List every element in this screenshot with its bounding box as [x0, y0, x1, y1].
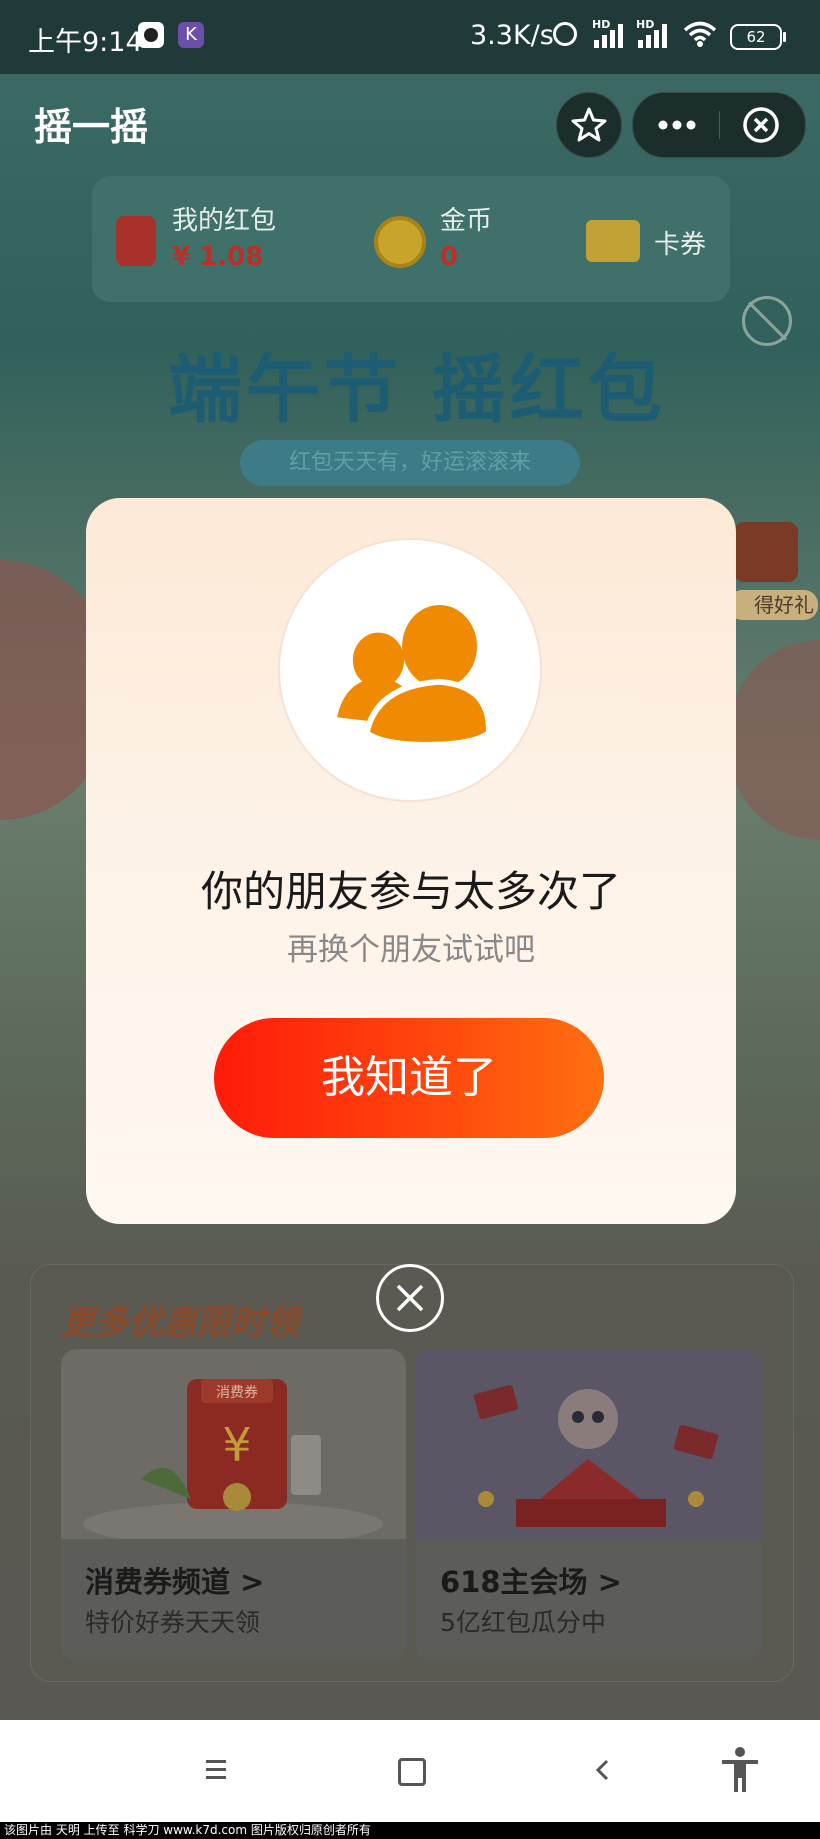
banner-subtitle: 红包天天有，好运滚滚来 — [240, 440, 580, 486]
promo-name-coupon: 消费券频道 > — [85, 1565, 265, 1599]
coupon-illustration: 消费券 ¥ — [61, 1349, 406, 1539]
coin-icon — [374, 216, 426, 268]
notification-app-icon — [138, 22, 164, 48]
close-circle-icon — [743, 107, 779, 143]
favorite-button[interactable] — [556, 92, 622, 158]
promo-desc-618: 5亿红包瓜分中 — [440, 1608, 606, 1637]
close-icon — [396, 1284, 424, 1312]
red-packet-icon — [116, 216, 156, 266]
capsule-divider — [719, 111, 720, 139]
close-miniapp-button[interactable] — [721, 93, 805, 157]
banner-title: 端午节 摇红包 — [168, 347, 666, 433]
friends-icon — [337, 605, 492, 748]
coupon-tag: 消费券 — [216, 1385, 258, 1401]
promo-name-618: 618主会场 > — [440, 1565, 622, 1599]
signal-icon-1 — [594, 24, 634, 48]
network-speed: 3.3K/s — [470, 20, 554, 51]
svg-text:¥: ¥ — [222, 1418, 251, 1472]
promo-desc-coupon: 特价好券天天领 — [85, 1608, 261, 1637]
notification-k-icon: K — [178, 22, 204, 48]
wallet-summary: 我的红包 ¥ 1.08 金币 0 卡券 — [92, 176, 730, 302]
dialog-title: 你的朋友参与太多次了 — [200, 867, 621, 916]
star-icon — [571, 107, 607, 142]
status-bar: 上午9:14 K 3.3K/s HD HD 62 — [0, 0, 820, 74]
618-illustration — [416, 1349, 761, 1539]
more-button[interactable] — [633, 93, 719, 157]
card-coupon-label[interactable]: 卡券 — [654, 224, 706, 261]
side-gift-label: 得好礼 — [728, 590, 818, 620]
dialog-close-button[interactable] — [376, 1264, 444, 1332]
watermark-footer: 该图片由 天明 上传至 科学刀 www.k7d.com 图片版权归原创者所有 — [0, 1822, 820, 1839]
wifi-icon — [683, 21, 717, 47]
home-button[interactable] — [398, 1758, 426, 1786]
notice-dialog: 你的朋友参与太多次了 再换个朋友试试吧 我知道了 — [86, 498, 736, 1224]
recent-apps-button[interactable] — [196, 1754, 236, 1786]
capsule-menu — [632, 92, 806, 158]
coin-value: 0 — [440, 242, 459, 272]
accessibility-icon[interactable] — [718, 1746, 762, 1794]
page-title: 摇一摇 — [34, 105, 149, 149]
alarm-icon — [553, 22, 577, 46]
coin-label[interactable]: 金币 — [440, 200, 492, 237]
signal-icon-2 — [638, 24, 678, 48]
mute-icon[interactable] — [742, 296, 792, 346]
back-icon — [595, 1759, 609, 1781]
got-it-button[interactable]: 我知道了 — [214, 1018, 604, 1138]
red-packet-label[interactable]: 我的红包 — [172, 200, 276, 237]
back-button[interactable] — [588, 1754, 618, 1786]
card-coupon-icon — [586, 220, 640, 262]
dialog-subtitle: 再换个朋友试试吧 — [287, 932, 535, 968]
promo-card-coupon[interactable]: 消费券 ¥ 消费券频道 > 特价好券天天领 — [61, 1349, 406, 1661]
friends-avatar — [278, 538, 542, 802]
promo-card-618[interactable]: 618主会场 > 5亿红包瓜分中 — [416, 1349, 761, 1661]
more-offers-title: 更多优惠限时领 — [61, 1303, 299, 1343]
system-nav-bar — [0, 1720, 820, 1822]
battery-icon: 62 — [730, 24, 786, 50]
side-gift-entry[interactable]: 得好礼 — [728, 522, 818, 622]
red-packet-value: ¥ 1.08 — [172, 242, 264, 272]
gift-box-icon — [734, 522, 798, 582]
more-icon — [658, 120, 696, 130]
status-time: 上午9:14 — [28, 27, 143, 58]
